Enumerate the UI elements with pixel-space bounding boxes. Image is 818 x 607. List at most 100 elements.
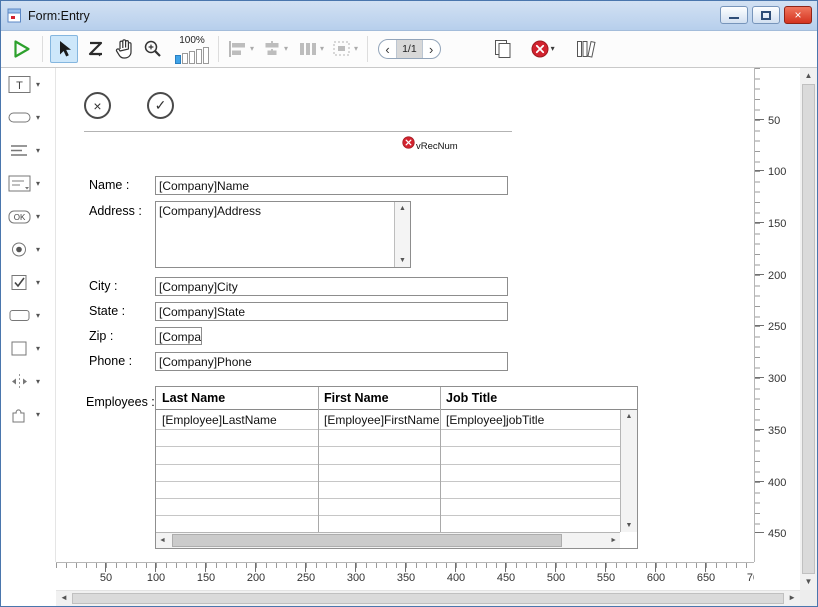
run-form-button[interactable] (9, 37, 33, 61)
entry-order-tool[interactable] (86, 39, 106, 59)
object-library-button[interactable] (575, 39, 599, 59)
field-object-tool[interactable]: ▾ (1, 167, 55, 200)
chevron-down-icon[interactable]: ▾ (36, 312, 40, 320)
field-input-phone[interactable]: [Company]Phone (155, 352, 508, 371)
scrollbar-thumb[interactable] (72, 593, 784, 604)
static-text-tool[interactable]: ▾ (1, 134, 55, 167)
zoom-bar-800[interactable] (196, 49, 202, 64)
field-input-name[interactable]: [Company]Name (155, 176, 508, 195)
cancel-icon: × (93, 98, 101, 114)
chevron-down-icon[interactable]: ▾ (36, 345, 40, 353)
form-pages-button[interactable] (493, 39, 513, 59)
empty-row (156, 516, 620, 532)
scrollbar-thumb[interactable] (172, 534, 562, 547)
line-object-tool[interactable]: ▾ (1, 101, 55, 134)
form-window-icon[interactable] (7, 8, 22, 23)
check-icon: ✓ (155, 97, 167, 114)
scroll-left-icon[interactable]: ◄ (60, 594, 68, 602)
form-canvas[interactable]: × ✓ vRecNum Name : [Company]Name Address… (56, 68, 754, 562)
window-horizontal-scrollbar[interactable]: ◄ ► (56, 590, 800, 606)
field-label-city: City : (89, 279, 117, 293)
chevron-down-icon[interactable]: ▾ (36, 81, 40, 89)
zoom-bar-400[interactable] (189, 51, 195, 64)
duplicate-tool[interactable]: ▾ (332, 40, 358, 58)
chevron-down-icon[interactable]: ▾ (36, 180, 40, 188)
checkbox-tool[interactable]: ▾ (1, 266, 55, 299)
chevron-down-icon[interactable]: ▾ (284, 45, 288, 53)
button-tool[interactable]: OK ▾ (1, 200, 55, 233)
address-scrollbar[interactable]: ▲ ▼ (394, 202, 410, 267)
ok-circle-button[interactable]: ✓ (147, 92, 174, 119)
column-divider[interactable] (440, 387, 441, 532)
scroll-down-icon[interactable]: ▼ (621, 522, 637, 529)
chevron-down-icon[interactable]: ▾ (36, 213, 40, 221)
zoom-bar-100[interactable] (175, 55, 181, 64)
chevron-down-icon[interactable]: ▾ (320, 45, 324, 53)
chevron-down-icon[interactable]: ▾ (36, 411, 40, 419)
chevron-down-icon[interactable]: ▾ (36, 378, 40, 386)
zoom-tool[interactable] (142, 38, 164, 60)
close-button[interactable]: × (784, 6, 812, 24)
cell-lastname: [Employee]LastName (156, 413, 318, 427)
separator-line[interactable] (84, 131, 512, 132)
vruler-mark: 150 (755, 171, 800, 223)
previous-page-button[interactable]: ‹ (379, 41, 396, 58)
rounded-rect-icon (8, 306, 32, 325)
window-vertical-scrollbar[interactable]: ▲ ▼ (800, 68, 817, 590)
scroll-down-icon[interactable]: ▼ (395, 257, 410, 264)
chevron-down-icon[interactable]: ▾ (36, 246, 40, 254)
distribute-objects-tool[interactable]: ▾ (298, 40, 324, 58)
scroll-right-icon[interactable]: ► (610, 537, 617, 544)
scroll-up-icon[interactable]: ▲ (395, 205, 410, 212)
zoom-level-control[interactable]: 100% (175, 35, 209, 64)
next-page-button[interactable]: › (423, 41, 440, 58)
column-divider[interactable] (318, 387, 319, 532)
recnum-variable[interactable]: vRecNum (402, 136, 458, 152)
field-input-address[interactable]: [Company]Address ▲ ▼ (155, 201, 411, 268)
minimize-button[interactable] (720, 6, 748, 24)
employees-listbox[interactable]: Last Name First Name Job Title [Employee… (155, 386, 638, 549)
zoom-bar-200[interactable] (182, 53, 188, 64)
scrollbar-thumb[interactable] (802, 84, 815, 574)
chevron-down-icon[interactable]: ▾ (36, 279, 40, 287)
field-input-zip[interactable]: [Compa (155, 327, 202, 345)
chevron-down-icon[interactable]: ▾ (250, 45, 254, 53)
scroll-right-icon[interactable]: ► (788, 594, 796, 602)
chevron-down-icon[interactable]: ▾ (36, 147, 40, 155)
vruler-mark: 50 (755, 68, 800, 120)
listbox-vertical-scrollbar[interactable]: ▲ ▼ (620, 410, 637, 532)
column-header-firstname[interactable]: First Name (318, 391, 440, 405)
zoom-bar-1600[interactable] (203, 47, 209, 64)
chevron-down-icon[interactable]: ▾ (354, 45, 358, 53)
column-header-jobtitle[interactable]: Job Title (440, 391, 637, 405)
field-label-employees: Employees : (86, 395, 155, 409)
maximize-button[interactable] (752, 6, 780, 24)
zoom-bars-icon[interactable] (175, 47, 209, 64)
align-center-tool[interactable]: ▾ (262, 40, 288, 58)
chevron-down-icon[interactable]: ▾ (36, 114, 40, 122)
column-header-lastname[interactable]: Last Name (156, 391, 318, 405)
scroll-up-icon[interactable]: ▲ (800, 72, 817, 80)
scroll-left-icon[interactable]: ◄ (159, 537, 166, 544)
combo-box-tool[interactable]: ▾ (1, 299, 55, 332)
rectangle-tool[interactable]: ▾ (1, 332, 55, 365)
listbox-horizontal-scrollbar[interactable]: ◄ ► (156, 532, 620, 548)
select-tool[interactable] (50, 35, 78, 63)
vruler-mark: 100 (755, 120, 800, 172)
insert-database-object-button[interactable]: ▾ (531, 40, 555, 58)
splitter-tool[interactable]: ▾ (1, 365, 55, 398)
scroll-up-icon[interactable]: ▲ (621, 413, 637, 420)
hruler-mark: 300 (306, 563, 356, 590)
field-input-state[interactable]: [Company]State (155, 302, 508, 321)
text-input-tool[interactable]: T ▾ (1, 68, 55, 101)
align-objects-tool[interactable]: ▾ (228, 40, 254, 58)
field-input-city[interactable]: [Company]City (155, 277, 508, 296)
plugin-area-tool[interactable]: ▾ (1, 398, 55, 431)
hand-tool[interactable] (114, 38, 134, 60)
listbox-row[interactable]: [Employee]LastName [Employee]FirstName [… (156, 410, 620, 430)
rectangle-icon (8, 339, 32, 358)
chevron-down-icon[interactable]: ▾ (551, 45, 555, 53)
scroll-down-icon[interactable]: ▼ (800, 578, 817, 586)
radio-button-tool[interactable]: ▾ (1, 233, 55, 266)
cancel-circle-button[interactable]: × (84, 92, 111, 119)
